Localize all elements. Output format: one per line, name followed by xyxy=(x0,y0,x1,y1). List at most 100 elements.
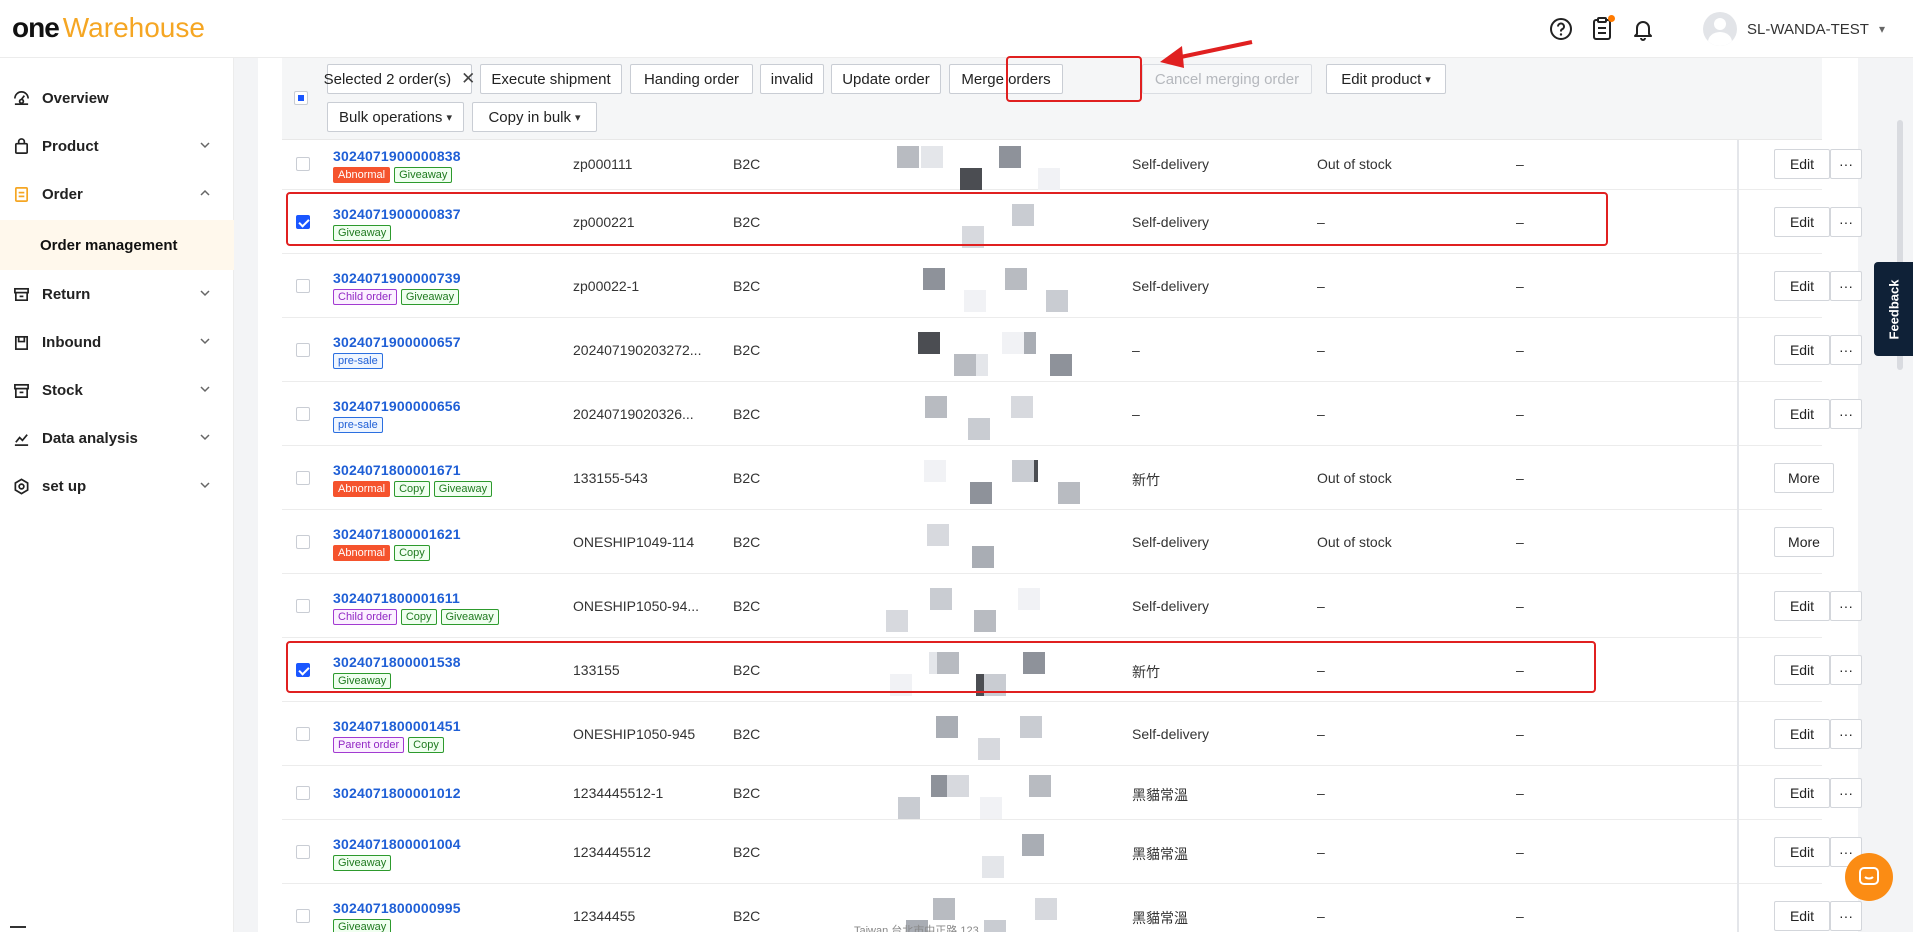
update-order-button[interactable]: Update order xyxy=(831,64,941,94)
table-row[interactable]: 3024071900000739 Child order Giveaway zp000… xyxy=(282,254,1862,318)
redacted-recipient xyxy=(972,546,994,568)
table-row[interactable]: 3024071900000657 pre-sale 202407190203272.… xyxy=(282,318,1862,382)
copy-in-bulk-dropdown[interactable]: Copy in bulk ▾ xyxy=(472,102,597,132)
selected-orders-chip[interactable]: Selected 2 order(s) ✕ xyxy=(324,64,475,94)
carrier: – xyxy=(1132,406,1140,422)
row-checkbox[interactable] xyxy=(296,663,310,677)
sidebar-item-overview[interactable]: Overview xyxy=(0,76,234,120)
row-checkbox[interactable] xyxy=(296,157,310,171)
row-checkbox[interactable] xyxy=(296,845,310,859)
more-button[interactable]: More xyxy=(1774,463,1834,493)
invalid-button[interactable]: invalid xyxy=(760,64,824,94)
order-number-link[interactable]: 3024071800000995 xyxy=(333,900,461,916)
edit-button[interactable]: Edit xyxy=(1774,901,1830,931)
help-icon[interactable] xyxy=(1548,16,1574,42)
stock-status: Out of stock xyxy=(1317,534,1392,550)
redacted-recipient xyxy=(984,920,1006,932)
order-number-link[interactable]: 3024071900000838 xyxy=(333,148,461,164)
table-row[interactable]: 3024071800001671 Abnormal Copy Giveaway 1331… xyxy=(282,446,1834,510)
redacted-recipient xyxy=(1005,268,1027,290)
row-checkbox[interactable] xyxy=(296,599,310,613)
execute-shipment-button[interactable]: Execute shipment xyxy=(480,64,622,94)
more-button[interactable]: More xyxy=(1774,527,1834,557)
row-checkbox[interactable] xyxy=(296,343,310,357)
row-checkbox[interactable] xyxy=(296,471,310,485)
more-options-icon[interactable]: ··· xyxy=(1830,591,1862,621)
more-options-icon[interactable]: ··· xyxy=(1830,399,1862,429)
sidebar-item-order[interactable]: Order xyxy=(0,172,234,216)
row-checkbox[interactable] xyxy=(296,279,310,293)
bulk-operations-dropdown[interactable]: Bulk operations ▾ xyxy=(327,102,464,132)
more-options-icon[interactable]: ··· xyxy=(1830,271,1862,301)
more-options-icon[interactable]: ··· xyxy=(1830,207,1862,237)
order-number-link[interactable]: 3024071800001451 xyxy=(333,718,461,734)
table-row[interactable]: 3024071900000837 Giveaway zp000221 B2C Self-… xyxy=(282,190,1862,254)
edit-button[interactable]: Edit xyxy=(1774,719,1830,749)
sidebar-item-label: Overview xyxy=(42,89,109,107)
order-number-link[interactable]: 3024071800001012 xyxy=(333,785,461,801)
table-row[interactable]: 3024071900000656 pre-sale 20240719020326..… xyxy=(282,382,1862,446)
app-logo[interactable]: one Warehouse xyxy=(12,12,205,46)
edit-button[interactable]: Edit xyxy=(1774,335,1830,365)
row-checkbox[interactable] xyxy=(296,786,310,800)
merge-orders-button[interactable]: Merge orders xyxy=(949,64,1063,94)
bell-icon[interactable] xyxy=(1630,16,1656,42)
feedback-tab[interactable]: Feedback xyxy=(1874,262,1913,356)
more-options-icon[interactable]: ··· xyxy=(1830,655,1862,685)
edit-button[interactable]: Edit xyxy=(1774,399,1830,429)
order-type: B2C xyxy=(733,406,761,422)
order-number-link[interactable]: 3024071800001004 xyxy=(333,836,461,852)
collapse-menu-icon[interactable] xyxy=(10,926,26,932)
handing-order-button[interactable]: Handing order xyxy=(630,64,753,94)
edit-button[interactable]: Edit xyxy=(1774,591,1830,621)
table-row[interactable]: 3024071800001004 Giveaway 1234445512 B2C 黑貓常… xyxy=(282,820,1862,884)
sidebar-subitem-order-management[interactable]: Order management xyxy=(0,220,234,270)
row-checkbox[interactable] xyxy=(296,535,310,549)
row-checkbox[interactable] xyxy=(296,407,310,421)
cancel-merging-button[interactable]: Cancel merging order xyxy=(1142,64,1312,94)
row-checkbox[interactable] xyxy=(296,909,310,923)
more-options-icon[interactable]: ··· xyxy=(1830,149,1862,179)
edit-button[interactable]: Edit xyxy=(1774,655,1830,685)
order-number-link[interactable]: 3024071800001611 xyxy=(333,590,460,606)
table-row[interactable]: 3024071800001611 Child order Copy Giveaway O… xyxy=(282,574,1862,638)
more-options-icon[interactable]: ··· xyxy=(1830,901,1862,931)
order-number-link[interactable]: 3024071800001671 xyxy=(333,462,461,478)
select-all-checkbox[interactable] xyxy=(294,91,308,105)
table-row[interactable]: 3024071800000995 Giveaway 12344455 B2C 黑貓常溫 –… xyxy=(282,884,1862,932)
order-number-link[interactable]: 3024071900000837 xyxy=(333,206,461,222)
order-number-link[interactable]: 3024071800001538 xyxy=(333,654,461,670)
table-row[interactable]: 3024071800001012 1234445512-1 B2C 黑貓常溫 – – Edi… xyxy=(282,766,1862,820)
sidebar-item-setup[interactable]: set up xyxy=(0,464,234,508)
order-number-link[interactable]: 3024071900000739 xyxy=(333,270,461,286)
sidebar-item-product[interactable]: Product xyxy=(0,124,234,168)
table-row[interactable]: 3024071800001538 Giveaway 133155 B2C 新竹 – – Edi… xyxy=(282,638,1862,702)
order-number-link[interactable]: 3024071800001621 xyxy=(333,526,461,542)
order-number-link[interactable]: 3024071900000656 xyxy=(333,398,461,414)
redacted-recipient xyxy=(921,146,943,168)
sidebar-item-return[interactable]: Return xyxy=(0,272,234,316)
row-checkbox[interactable] xyxy=(296,727,310,741)
table-row[interactable]: 3024071800001451 Parent order Copy ONESHIP1… xyxy=(282,702,1862,766)
copy-in-bulk-label: Copy in bulk xyxy=(488,108,571,126)
edit-button[interactable]: Edit xyxy=(1774,271,1830,301)
close-icon[interactable]: ✕ xyxy=(461,69,475,89)
more-options-icon[interactable]: ··· xyxy=(1830,335,1862,365)
edit-button[interactable]: Edit xyxy=(1774,778,1830,808)
sidebar-item-inbound[interactable]: Inbound xyxy=(0,320,234,364)
edit-button[interactable]: Edit xyxy=(1774,837,1830,867)
order-number-link[interactable]: 3024071900000657 xyxy=(333,334,461,350)
sidebar-item-data-analysis[interactable]: Data analysis xyxy=(0,416,234,460)
chat-button[interactable] xyxy=(1845,853,1893,901)
edit-button[interactable]: Edit xyxy=(1774,149,1830,179)
user-menu[interactable]: SL-WANDA-TEST ▾ xyxy=(1703,12,1885,46)
table-row[interactable]: 3024071800001621 Abnormal Copy ONESHIP1049-… xyxy=(282,510,1834,574)
more-options-icon[interactable]: ··· xyxy=(1830,778,1862,808)
edit-product-dropdown[interactable]: Edit product ▾ xyxy=(1326,64,1446,94)
row-checkbox[interactable] xyxy=(296,215,310,229)
table-row[interactable]: 3024071900000838 Abnormal Giveaway zp000111… xyxy=(282,138,1862,190)
more-options-icon[interactable]: ··· xyxy=(1830,719,1862,749)
edit-button[interactable]: Edit xyxy=(1774,207,1830,237)
clipboard-icon[interactable] xyxy=(1589,15,1615,42)
sidebar-item-stock[interactable]: Stock xyxy=(0,368,234,412)
